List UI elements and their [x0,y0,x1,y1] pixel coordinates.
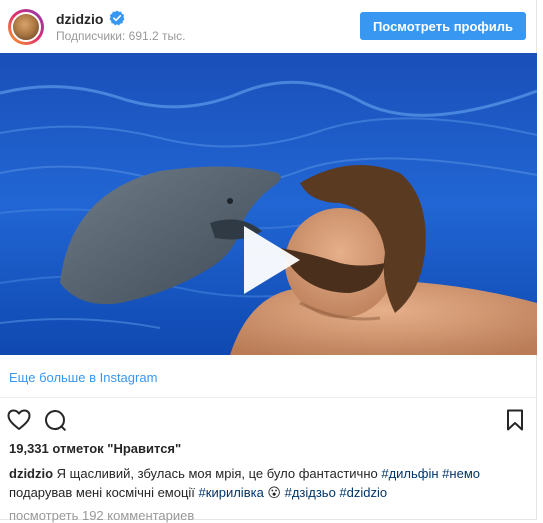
username[interactable]: dzidzio [56,11,103,27]
post-video[interactable] [0,53,537,355]
heart-icon[interactable] [7,408,31,432]
followers-count: Подписчики: 691.2 тыс. [56,29,186,43]
hashtag[interactable]: #кирилівка [199,485,264,500]
likes-count[interactable]: 19,331 отметок "Нравится" [9,441,181,456]
divider [0,397,537,398]
comment-icon[interactable] [43,408,67,432]
post-header: dzidzio Подписчики: 691.2 тыс. Посмотрет… [0,0,537,52]
hashtag[interactable]: #немо [439,466,480,481]
caption-text-2: подарував мені космічні емоції [9,485,199,500]
verified-badge-icon [109,10,125,26]
view-comments-link[interactable]: посмотреть 192 комментариев [9,508,194,523]
caption-text-1: Я щасливий, збулась моя мрія, це було фа… [53,466,382,481]
avatar[interactable] [8,9,44,45]
instagram-embed-card: dzidzio Подписчики: 691.2 тыс. Посмотрет… [0,0,537,523]
hashtag[interactable]: #дзідзьо [285,485,336,500]
video-thumbnail [0,53,537,355]
emoji: 😮 [263,485,285,500]
bookmark-icon[interactable] [503,408,527,432]
action-bar [0,405,537,435]
avatar-image [11,12,41,42]
post-caption: dzidzio Я щасливий, збулась моя мрія, це… [9,464,529,502]
caption-username[interactable]: dzidzio [9,466,53,481]
more-on-instagram-link[interactable]: Еще больше в Instagram [9,370,157,385]
play-icon[interactable] [230,220,310,300]
hashtag[interactable]: #дильфін [381,466,438,481]
view-profile-button[interactable]: Посмотреть профиль [360,12,526,40]
hashtag[interactable]: #dzidzio [336,485,387,500]
